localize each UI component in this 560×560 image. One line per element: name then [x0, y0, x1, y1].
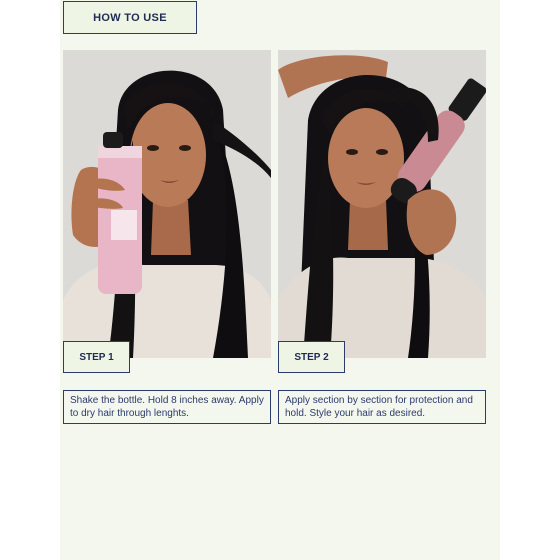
step-1-illustration	[63, 50, 271, 358]
step-2-photo	[278, 50, 486, 358]
step-1-photo	[63, 50, 271, 358]
step-1-badge: STEP 1	[63, 341, 130, 373]
section-title: HOW TO USE	[63, 1, 197, 34]
step-2-illustration	[278, 50, 486, 358]
step-2-badge: STEP 2	[278, 341, 345, 373]
step-2-instruction: Apply section by section for protection …	[278, 390, 486, 424]
step-1-instruction: Shake the bottle. Hold 8 inches away. Ap…	[63, 390, 271, 424]
